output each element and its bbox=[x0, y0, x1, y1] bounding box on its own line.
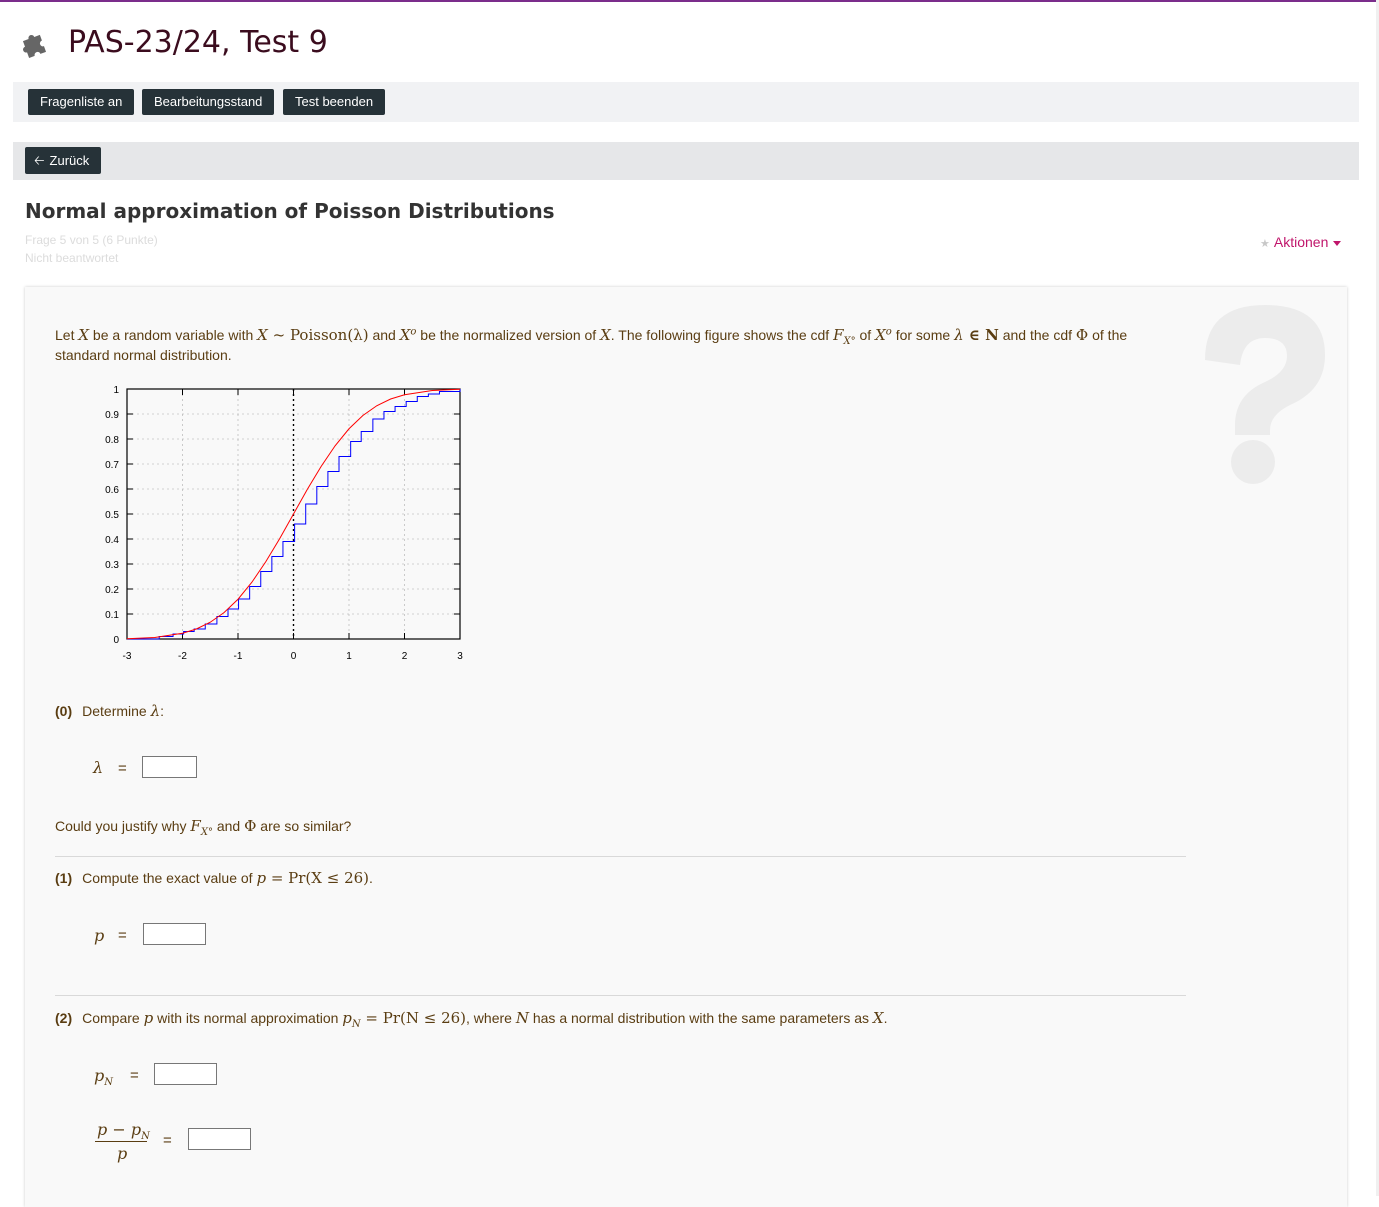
lambda-equals: = bbox=[118, 760, 127, 777]
arrow-left-icon: 🡠 bbox=[34, 153, 45, 168]
lambda-input[interactable] bbox=[142, 756, 197, 778]
divider bbox=[55, 856, 1186, 857]
relative-error-input[interactable] bbox=[188, 1128, 251, 1150]
navigation-bar: 🡠 Zurück bbox=[13, 142, 1359, 180]
x-tick-label: 3 bbox=[457, 651, 463, 662]
question-status: Nicht beantwortet bbox=[25, 251, 119, 265]
pn-label: pN bbox=[94, 1066, 113, 1089]
relative-error-equals: = bbox=[163, 1132, 172, 1149]
actions-label: Aktionen bbox=[1273, 234, 1329, 250]
pn-equals: = bbox=[130, 1067, 139, 1084]
back-button-label: Zurück bbox=[49, 153, 90, 168]
question-position: Frage 5 von 5 (6 Punkte) bbox=[25, 233, 158, 247]
y-tick-label: 0.3 bbox=[105, 560, 119, 571]
pn-input[interactable] bbox=[154, 1063, 217, 1085]
x-tick-label: -3 bbox=[123, 651, 132, 662]
y-tick-label: 0 bbox=[113, 635, 119, 646]
page-header: PAS-23/24, Test 9 bbox=[18, 20, 328, 64]
x-tick-label: 1 bbox=[346, 651, 352, 662]
progress-button[interactable]: Bearbeitungsstand bbox=[142, 89, 275, 115]
p-input[interactable] bbox=[143, 923, 206, 945]
p-equals: = bbox=[118, 927, 127, 944]
y-tick-label: 1 bbox=[113, 385, 119, 396]
cdf-chart: -3 -2 -1 0 1 2 3 0 0.1 0.2 0.3 0.4 0.5 0.6 0.7 0.8 0.9 1 bbox=[105, 385, 463, 662]
divider bbox=[55, 995, 1186, 996]
intro-text: Let X be a random variable with X ~ Pois… bbox=[55, 326, 1128, 347]
part1-prompt: (1) Compute the exact value of p = Pr(X ≤… bbox=[55, 869, 373, 887]
lambda-label: λ bbox=[93, 758, 104, 777]
page-title: PAS-23/24, Test 9 bbox=[68, 24, 328, 60]
finish-test-button[interactable]: Test beenden bbox=[283, 89, 386, 115]
puzzle-icon bbox=[22, 34, 47, 58]
part2-prompt: (2) Compare p with its normal approximati… bbox=[55, 1009, 888, 1030]
x-tick-label: 0 bbox=[291, 651, 297, 662]
y-tick-label: 0.8 bbox=[105, 435, 119, 446]
y-tick-label: 0.7 bbox=[105, 460, 119, 471]
part0-prompt: (0) Determine λ: bbox=[55, 702, 164, 720]
test-toolbar: Fragenliste an Bearbeitungsstand Test be… bbox=[13, 82, 1359, 122]
question-title: Normal approximation of Poisson Distribu… bbox=[25, 199, 555, 223]
y-tick-label: 0.5 bbox=[105, 510, 119, 521]
actions-dropdown[interactable]: ★ Aktionen bbox=[1260, 234, 1342, 250]
top-accent-line bbox=[0, 0, 1379, 2]
y-tick-label: 0.6 bbox=[105, 485, 119, 496]
x-tick-label: -1 bbox=[234, 651, 243, 662]
justify-text: Could you justify why FX° and Φ are so s… bbox=[55, 817, 352, 838]
star-icon: ★ bbox=[1260, 238, 1270, 250]
question-list-button[interactable]: Fragenliste an bbox=[28, 89, 135, 115]
y-tick-label: 0.4 bbox=[105, 535, 119, 546]
y-tick-label: 0.1 bbox=[105, 610, 119, 621]
normal-cdf-series bbox=[126, 388, 461, 640]
y-tick-label: 0.9 bbox=[105, 410, 119, 421]
p-label: p bbox=[94, 926, 105, 945]
fraction-numerator: p − pN bbox=[97, 1120, 150, 1143]
fraction-denominator: p bbox=[117, 1144, 128, 1163]
question-mark-icon bbox=[1205, 305, 1325, 484]
caret-down-icon bbox=[1333, 240, 1342, 246]
intro-text-line2: standard normal distribution. bbox=[55, 347, 232, 363]
y-tick-label: 0.2 bbox=[105, 585, 119, 596]
x-tick-label: 2 bbox=[402, 651, 408, 662]
back-button[interactable]: 🡠 Zurück bbox=[25, 147, 102, 174]
x-tick-label: -2 bbox=[178, 651, 187, 662]
fraction-bar bbox=[95, 1141, 147, 1142]
